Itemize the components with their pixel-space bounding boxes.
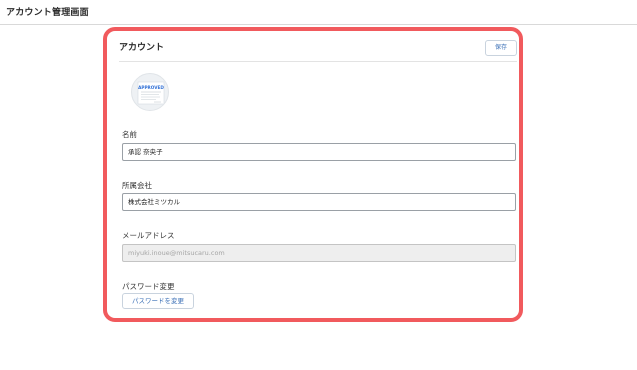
account-card: アカウント 保存 APPROVED 名前 承認 奈央子 所属会社 株式会社ミツカ…	[103, 27, 523, 322]
save-button[interactable]: 保存	[485, 40, 517, 56]
card-title: アカウント	[119, 43, 165, 53]
page-title: アカウント管理画面	[6, 8, 89, 18]
account-card-body: アカウント 保存 APPROVED 名前 承認 奈央子 所属会社 株式会社ミツカ…	[107, 31, 519, 318]
email-label: メールアドレス	[122, 231, 175, 240]
name-field[interactable]: 承認 奈央子	[122, 143, 516, 161]
card-divider	[119, 61, 517, 62]
company-label: 所属会社	[122, 181, 152, 190]
avatar[interactable]: APPROVED	[131, 73, 169, 111]
password-change-label: パスワード変更	[122, 282, 175, 291]
email-field: miyuki.inoue@mitsucaru.com	[122, 244, 516, 262]
page-header: アカウント管理画面	[0, 0, 637, 25]
name-label: 名前	[122, 130, 137, 139]
approved-stamp-image: APPROVED	[137, 81, 164, 105]
change-password-button[interactable]: パスワードを変更	[122, 293, 194, 309]
stamp-label: APPROVED	[138, 85, 164, 90]
company-field[interactable]: 株式会社ミツカル	[122, 193, 516, 211]
